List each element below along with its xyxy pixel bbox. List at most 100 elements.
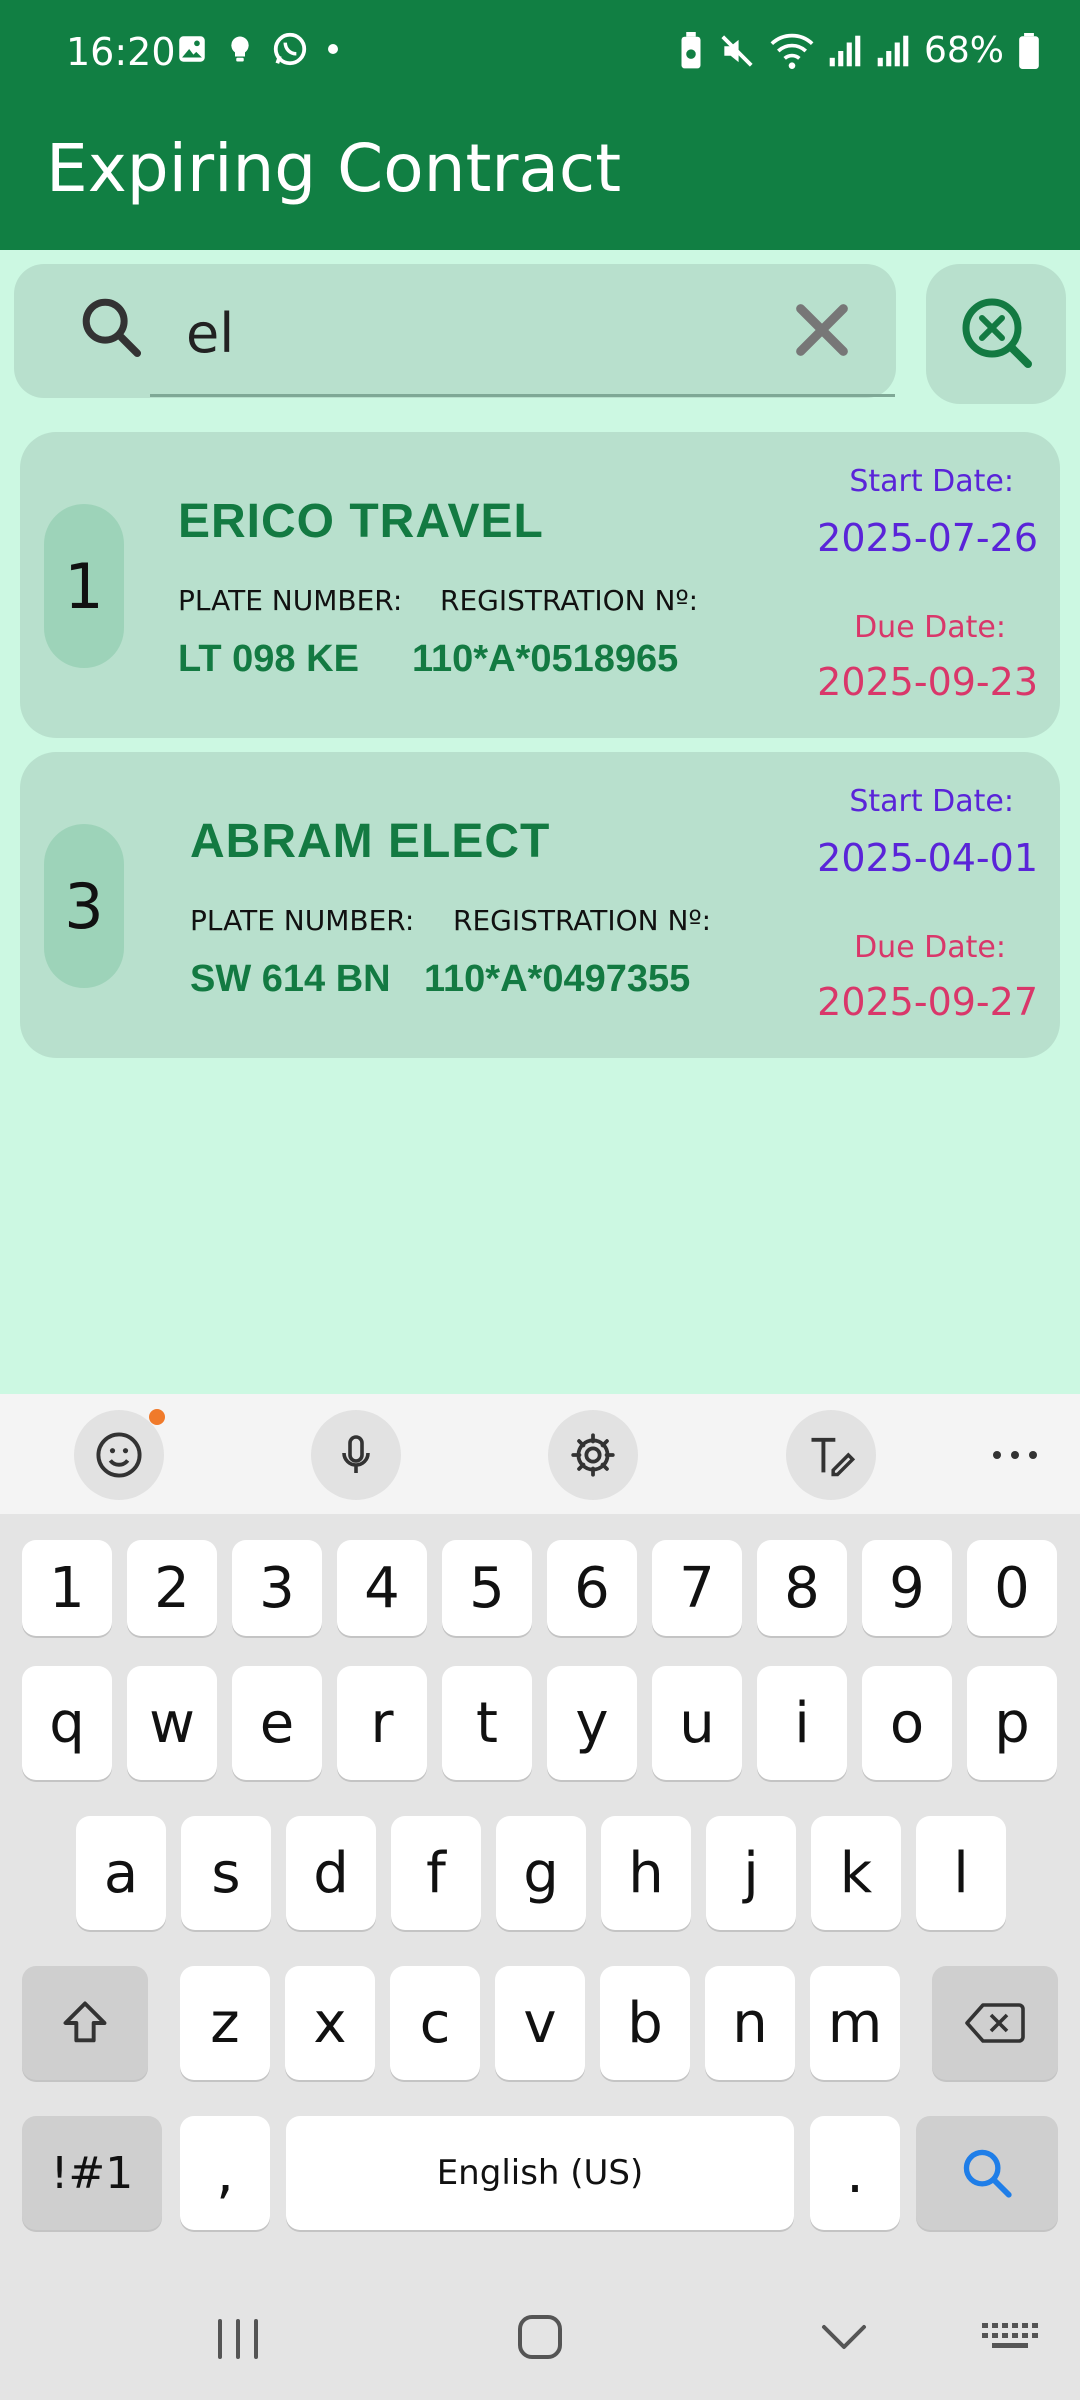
battery-saver-icon [681,31,701,68]
start-date-label: Start Date: [849,784,1014,819]
keyboard-settings-button[interactable] [548,1410,638,1500]
key-v[interactable]: v [495,1966,585,2080]
keyboard-keys: 1 2 3 4 5 6 7 8 9 0 q w e r t y u i o p … [0,1514,1080,2400]
key-w[interactable]: w [127,1666,217,1780]
contract-number-badge: 1 [44,504,124,668]
key-l[interactable]: l [916,1816,1006,1930]
search-action-key[interactable] [916,2116,1058,2230]
search-bar[interactable] [14,264,896,398]
key-i[interactable]: i [757,1666,847,1780]
plate-label: PLATE NUMBER: [190,904,415,937]
key-h[interactable]: h [601,1816,691,1930]
app-bar: 16:20 68% Expiring Contract [0,0,1080,250]
text-pen-icon [811,1437,856,1477]
key-3[interactable]: 3 [232,1540,322,1636]
key-9[interactable]: 9 [862,1540,952,1636]
key-4[interactable]: 4 [337,1540,427,1636]
space-key[interactable]: English (US) [286,2116,794,2230]
start-date-label: Start Date: [849,464,1014,499]
key-e[interactable]: e [232,1666,322,1780]
client-name: ERICO TRAVEL [178,495,544,548]
key-t[interactable]: t [442,1666,532,1780]
due-date: 2025-09-23 [817,660,1038,704]
handwriting-button[interactable] [786,1410,876,1500]
key-q[interactable]: q [22,1666,112,1780]
signal-icon [829,35,861,66]
page-title: Expiring Contract [46,130,622,207]
backspace-icon [965,2003,1025,2043]
due-date: 2025-09-27 [817,980,1038,1024]
backspace-key[interactable] [932,1966,1058,2080]
period-key[interactable]: . [810,2116,900,2230]
clear-search-button[interactable] [926,264,1066,404]
symbols-key[interactable]: !#1 [22,2116,162,2230]
more-options-button[interactable] [970,1410,1060,1500]
notification-dot-icon [149,1409,165,1425]
battery-icon [1019,32,1039,69]
plate-number: SW 614 BN [190,958,391,1000]
key-f[interactable]: f [391,1816,481,1930]
key-6[interactable]: 6 [547,1540,637,1636]
key-s[interactable]: s [181,1816,271,1930]
more-icon [993,1451,1037,1459]
close-icon[interactable] [790,298,854,362]
search-icon [82,298,142,358]
key-k[interactable]: k [811,1816,901,1930]
home-icon[interactable] [500,2303,580,2373]
key-d[interactable]: d [286,1816,376,1930]
contract-card[interactable]: 1 ERICO TRAVEL PLATE NUMBER: REGISTRATIO… [20,432,1060,738]
comma-key[interactable]: , [180,2116,270,2230]
search-underline [150,394,895,397]
key-c[interactable]: c [390,1966,480,2080]
recent-apps-icon[interactable] [198,2303,278,2373]
key-m[interactable]: m [810,1966,900,2080]
shift-key[interactable] [22,1966,148,2080]
registration-label: REGISTRATION Nº: [440,584,699,617]
due-date-label: Due Date: [854,930,1006,965]
bulb-icon [231,36,249,62]
start-date: 2025-04-01 [817,836,1038,880]
key-j[interactable]: j [706,1816,796,1930]
mute-icon [721,34,753,67]
voice-input-button[interactable] [311,1410,401,1500]
start-date: 2025-07-26 [817,516,1038,560]
search-clear-icon [962,298,1032,368]
registration-number: 110*A*0497355 [424,958,691,1000]
plate-label: PLATE NUMBER: [178,584,403,617]
key-a[interactable]: a [76,1816,166,1930]
key-n[interactable]: n [705,1966,795,2080]
microphone-icon [342,1435,370,1473]
search-input[interactable] [184,292,788,374]
key-z[interactable]: z [180,1966,270,2080]
gallery-icon [179,36,205,62]
contract-card[interactable]: 3 ABRAM ELECT PLATE NUMBER: REGISTRATION… [20,752,1060,1058]
shift-icon [63,2001,107,2043]
status-right: 68% [678,30,1040,71]
key-8[interactable]: 8 [757,1540,847,1636]
status-left-icons [175,30,341,68]
key-g[interactable]: g [496,1816,586,1930]
emoji-button[interactable] [74,1409,165,1500]
key-u[interactable]: u [652,1666,742,1780]
key-5[interactable]: 5 [442,1540,532,1636]
plate-number: LT 098 KE [178,638,359,680]
registration-label: REGISTRATION Nº: [453,904,712,937]
key-x[interactable]: x [285,1966,375,2080]
key-o[interactable]: o [862,1666,952,1780]
client-name: ABRAM ELECT [190,815,551,868]
search-icon [963,2149,1012,2198]
key-1[interactable]: 1 [22,1540,112,1636]
key-p[interactable]: p [967,1666,1057,1780]
key-r[interactable]: r [337,1666,427,1780]
system-navigation-bar [0,2275,1080,2400]
key-0[interactable]: 0 [967,1540,1057,1636]
keyboard-hide-icon[interactable] [970,2303,1050,2373]
key-2[interactable]: 2 [127,1540,217,1636]
soft-keyboard: 1 2 3 4 5 6 7 8 9 0 q w e r t y u i o p … [0,1394,1080,2400]
key-y[interactable]: y [547,1666,637,1780]
back-icon[interactable] [804,2303,884,2373]
keyboard-toolbar [0,1394,1080,1514]
key-7[interactable]: 7 [652,1540,742,1636]
key-b[interactable]: b [600,1966,690,2080]
whatsapp-icon [273,32,307,66]
